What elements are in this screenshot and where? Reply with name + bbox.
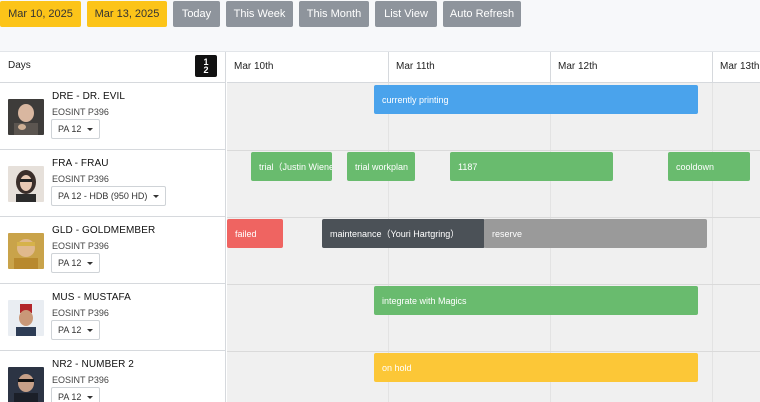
- material-select[interactable]: PA 12: [51, 119, 101, 139]
- start-date-button[interactable]: Mar 10, 2025: [0, 1, 81, 27]
- row-divider: [227, 351, 760, 352]
- caret-down-icon: [87, 127, 94, 131]
- today-button[interactable]: Today: [173, 1, 220, 27]
- resource-row-gld: GLD - GOLDMEMBER EOSINT P396 PA 12: [0, 217, 226, 284]
- resource-name: NR2 - NUMBER 2: [52, 359, 134, 370]
- resource-model: EOSINT P396: [52, 308, 109, 318]
- days-label: Days: [8, 60, 31, 71]
- toolbar: Mar 10, 2025 Mar 13, 2025 Today This Wee…: [0, 0, 760, 50]
- resource-model: EOSINT P396: [52, 174, 109, 184]
- resource-name: GLD - GOLDMEMBER: [52, 225, 156, 236]
- resource-row-dre: DRE - DR. EVIL EOSINT P396 PA 12: [0, 83, 226, 150]
- event-bar[interactable]: reserve: [484, 219, 707, 248]
- list-view-button[interactable]: List View: [375, 1, 437, 27]
- scheduler: Days 1 2 DRE - DR. EVIL EOSINT P396 PA 1…: [0, 51, 760, 402]
- material-value: PA 12: [58, 258, 82, 268]
- caret-down-icon: [87, 261, 94, 265]
- resource-row-nr2: NR2 - NUMBER 2 EOSINT P396 PA 12: [0, 351, 226, 402]
- auto-refresh-button[interactable]: Auto Refresh: [443, 1, 521, 27]
- resource-name: MUS - MUSTAFA: [52, 292, 131, 303]
- day-label: Mar 10th: [234, 61, 274, 72]
- header-divider: [388, 52, 389, 83]
- resource-model: EOSINT P396: [52, 107, 109, 117]
- avatar: [8, 99, 44, 135]
- event-bar[interactable]: 1187: [450, 152, 613, 181]
- sort-numeric-icon[interactable]: 1 2: [195, 55, 217, 77]
- day-label: Mar 12th: [558, 61, 598, 72]
- resource-row-fra: FRA - FRAU EOSINT P396 PA 12 - HDB (950 …: [0, 150, 226, 217]
- event-bar[interactable]: on hold: [374, 353, 698, 382]
- material-select[interactable]: PA 12: [51, 387, 101, 402]
- resource-model: EOSINT P396: [52, 241, 109, 251]
- this-week-button[interactable]: This Week: [226, 1, 293, 27]
- avatar: [8, 367, 44, 402]
- header-divider: [712, 52, 713, 83]
- event-bar[interactable]: trial（Justin Wiener）: [251, 152, 332, 181]
- material-value: PA 12: [58, 124, 82, 134]
- timeline-header: Mar 10th Mar 11th Mar 12th Mar 13th: [227, 52, 760, 83]
- resource-column: Days 1 2 DRE - DR. EVIL EOSINT P396 PA 1…: [0, 52, 226, 402]
- row-divider: [227, 217, 760, 218]
- caret-down-icon: [87, 328, 94, 332]
- event-bar[interactable]: integrate with Magics: [374, 286, 698, 315]
- this-month-button[interactable]: This Month: [299, 1, 369, 27]
- caret-down-icon: [153, 194, 160, 198]
- material-value: PA 12 - HDB (950 HD): [58, 191, 148, 201]
- event-bar[interactable]: trial workplan: [347, 152, 415, 181]
- resource-model: EOSINT P396: [52, 375, 109, 385]
- material-select[interactable]: PA 12: [51, 320, 101, 340]
- resource-name: DRE - DR. EVIL: [52, 91, 126, 102]
- material-select[interactable]: PA 12 - HDB (950 HD): [51, 186, 167, 206]
- event-bar[interactable]: maintenance（Youri Hartgring）: [322, 219, 485, 248]
- material-value: PA 12: [58, 392, 82, 402]
- resource-header: Days 1 2: [0, 52, 226, 83]
- resource-name: FRA - FRAU: [52, 158, 109, 169]
- event-bar[interactable]: cooldown: [668, 152, 750, 181]
- avatar: [8, 300, 44, 336]
- material-value: PA 12: [58, 325, 82, 335]
- event-bar[interactable]: failed: [227, 219, 283, 248]
- header-divider: [550, 52, 551, 83]
- row-divider: [227, 284, 760, 285]
- sort-bottom-digit: 2: [203, 65, 209, 75]
- row-divider: [227, 150, 760, 151]
- caret-down-icon: [87, 395, 94, 399]
- avatar: [8, 233, 44, 269]
- day-divider: [712, 52, 713, 402]
- end-date-button[interactable]: Mar 13, 2025: [87, 1, 167, 27]
- event-bar[interactable]: currently printing: [374, 85, 698, 114]
- material-select[interactable]: PA 12: [51, 253, 101, 273]
- avatar: [8, 166, 44, 202]
- resource-row-mus: MUS - MUSTAFA EOSINT P396 PA 12: [0, 284, 226, 351]
- day-label: Mar 11th: [396, 61, 435, 72]
- day-label: Mar 13th: [720, 61, 760, 72]
- timeline: Mar 10th Mar 11th Mar 12th Mar 13th curr…: [227, 52, 760, 402]
